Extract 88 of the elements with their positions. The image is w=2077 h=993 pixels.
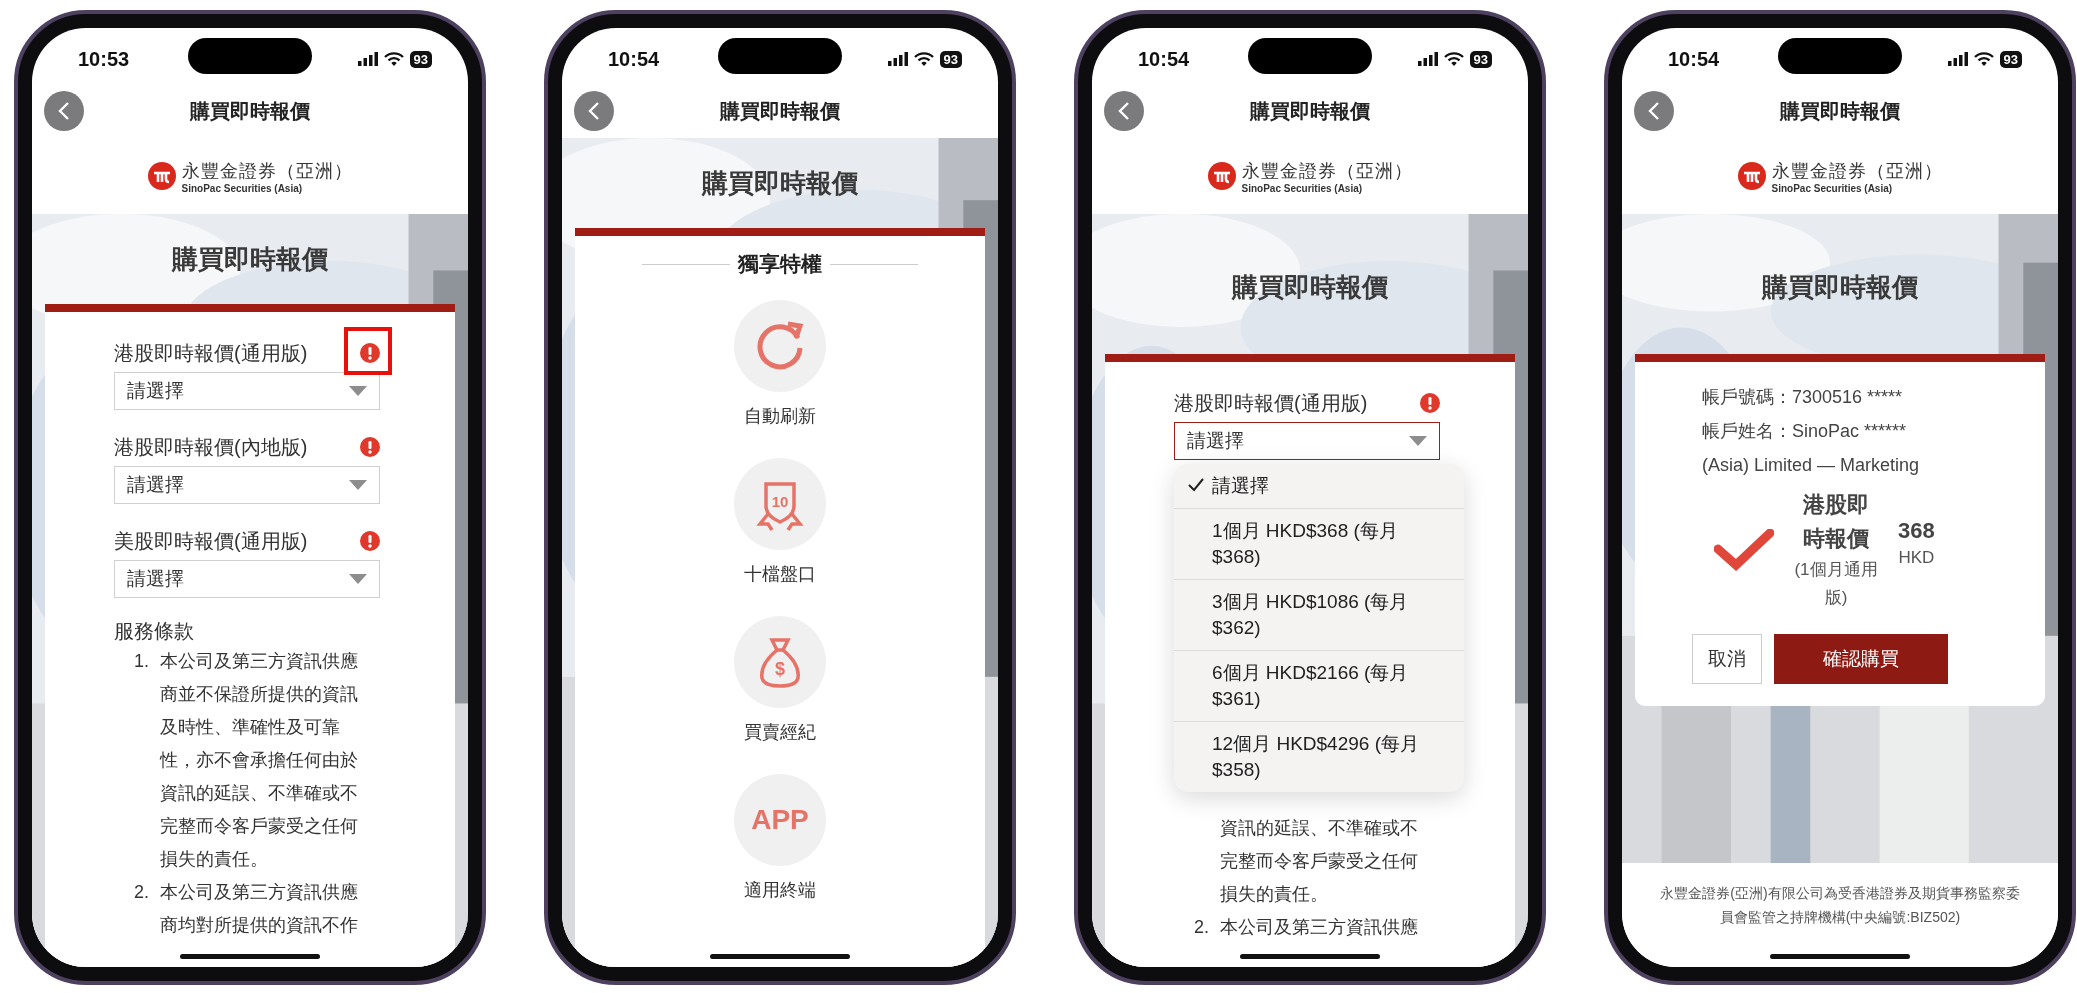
page-title: 購買即時報價 xyxy=(720,98,840,124)
wifi-icon xyxy=(1443,52,1464,66)
wifi-icon xyxy=(383,52,404,66)
wifi-icon xyxy=(1973,52,1994,66)
field-label: 港股即時報價(內地版) xyxy=(114,434,308,460)
chevron-left-icon xyxy=(1117,101,1131,121)
page-title: 購買即時報價 xyxy=(190,98,310,124)
alert-icon xyxy=(360,437,380,457)
battery-indicator: 93 xyxy=(409,50,432,68)
icon-label: APP xyxy=(751,804,809,836)
list-number: 2. xyxy=(133,881,150,904)
banner-title: 購買即時報價 xyxy=(702,166,858,200)
feature-label: 自動刷新 xyxy=(744,405,816,428)
battery-indicator: 93 xyxy=(1999,50,2022,68)
back-button[interactable] xyxy=(574,91,614,131)
banner-title: 購買即時報價 xyxy=(1762,270,1918,304)
dropdown-option[interactable]: 12個月 HKD$4296 (每月$358) xyxy=(1174,722,1464,792)
dropdown-option[interactable]: 6個月 HKD$2166 (每月$361) xyxy=(1174,651,1464,722)
terms-text: 資訊的延誤、不準確或不完整而令客戶蒙受之任何損失的責任。 xyxy=(1220,817,1419,906)
brand-tagline: SinoPac Securities (Asia) xyxy=(1241,182,1364,194)
section-title: 獨享特權 xyxy=(738,251,822,277)
field-label: 美股即時報價(通用版) xyxy=(114,528,308,554)
dropdown-select[interactable]: 請選擇 xyxy=(114,372,380,410)
signal-icon xyxy=(887,52,908,66)
confirm-button[interactable]: 確認購買 xyxy=(1774,634,1948,684)
brand-tagline: SinoPac Securities (Asia) xyxy=(181,182,304,194)
terms-text: 本公司及第三方資訊供應商均對所提供的資訊不作 xyxy=(160,881,359,937)
page-title: 購買即時報價 xyxy=(1250,98,1370,124)
battery-indicator: 93 xyxy=(939,50,962,68)
brand-name: 永豐金證券（亞洲） xyxy=(1771,159,1943,183)
dropdown-select[interactable]: 請選擇 xyxy=(1174,422,1440,460)
signal-icon xyxy=(357,52,378,66)
status-time: 10:53 xyxy=(78,47,130,71)
brand-name: 永豐金證券（亞洲） xyxy=(181,159,353,183)
brand-tagline: SinoPac Securities (Asia) xyxy=(1771,182,1894,194)
feature-label: 買賣經紀 xyxy=(744,721,816,744)
caret-icon xyxy=(349,480,367,490)
chevron-left-icon xyxy=(1647,101,1661,121)
product-name: 港股即時報價 xyxy=(1802,491,1870,553)
wifi-icon xyxy=(913,52,934,66)
dropdown-option[interactable]: 1個月 HKD$368 (每月$368) xyxy=(1174,509,1464,580)
brand-logo-icon xyxy=(1207,162,1236,190)
chevron-left-icon xyxy=(57,101,71,121)
alert-icon xyxy=(360,343,380,363)
account-info: 帳戶姓名：SinoPac ****** (Asia) Limited — Marketing xyxy=(1702,420,1921,477)
check-icon xyxy=(1714,529,1774,571)
terms-text: 本公司及第三方資訊供應商並不保證所提供的資訊及時性、準確性及可靠性，亦不會承擔任何由於資訊的延誤、不準確或不完整而令客戶蒙受之任何損失的責任。 xyxy=(160,650,359,871)
back-button[interactable] xyxy=(1104,91,1144,131)
terms-heading: 服務條款 xyxy=(114,619,195,644)
icon-symbol: $ xyxy=(775,658,785,680)
terms-text: 本公司及第三方資訊供應 xyxy=(1220,916,1419,939)
product-plan: (1個月通用版) xyxy=(1793,559,1879,609)
battery-indicator: 93 xyxy=(1469,50,1492,68)
cancel-button[interactable]: 取消 xyxy=(1692,634,1762,684)
caret-icon xyxy=(349,386,367,396)
feature-label: 適用終端 xyxy=(744,879,816,902)
signal-icon xyxy=(1947,52,1968,66)
status-time: 10:54 xyxy=(1668,47,1720,71)
brand-name: 永豐金證券（亞洲） xyxy=(1241,159,1413,183)
dropdown-select[interactable]: 請選擇 xyxy=(114,466,380,504)
back-button[interactable] xyxy=(44,91,84,131)
list-number: 2. xyxy=(1193,916,1210,939)
field-label: 港股即時報價(通用版) xyxy=(1174,390,1368,416)
caret-icon xyxy=(349,574,367,584)
check-icon xyxy=(1188,478,1204,492)
account-info: 帳戶號碼：7300516 ***** xyxy=(1702,386,1904,409)
alert-icon xyxy=(1420,393,1440,413)
caret-icon xyxy=(1409,436,1427,446)
signal-icon xyxy=(1417,52,1438,66)
dropdown-option[interactable]: 請選擇 xyxy=(1174,464,1464,509)
alert-icon xyxy=(360,531,380,551)
dropdown-option[interactable]: 3個月 HKD$1086 (每月$362) xyxy=(1174,580,1464,651)
status-time: 10:54 xyxy=(1138,47,1190,71)
back-button[interactable] xyxy=(1634,91,1674,131)
brand-logo-icon xyxy=(1737,162,1766,190)
list-number: 1. xyxy=(133,650,150,673)
brand-logo-icon xyxy=(147,162,176,190)
dropdown-select[interactable]: 請選擇 xyxy=(114,560,380,598)
price-amount: 368 xyxy=(1898,518,1935,544)
icon-number: 10 xyxy=(771,492,789,510)
chevron-left-icon xyxy=(587,101,601,121)
banner-title: 購買即時報價 xyxy=(172,242,328,276)
field-label: 港股即時報價(通用版) xyxy=(114,340,308,366)
price-currency: HKD xyxy=(1898,548,1935,568)
feature-label: 十檔盤口 xyxy=(744,563,816,586)
page-title: 購買即時報價 xyxy=(1780,98,1900,124)
status-time: 10:54 xyxy=(608,47,660,71)
banner-title: 購買即時報價 xyxy=(1232,270,1388,304)
